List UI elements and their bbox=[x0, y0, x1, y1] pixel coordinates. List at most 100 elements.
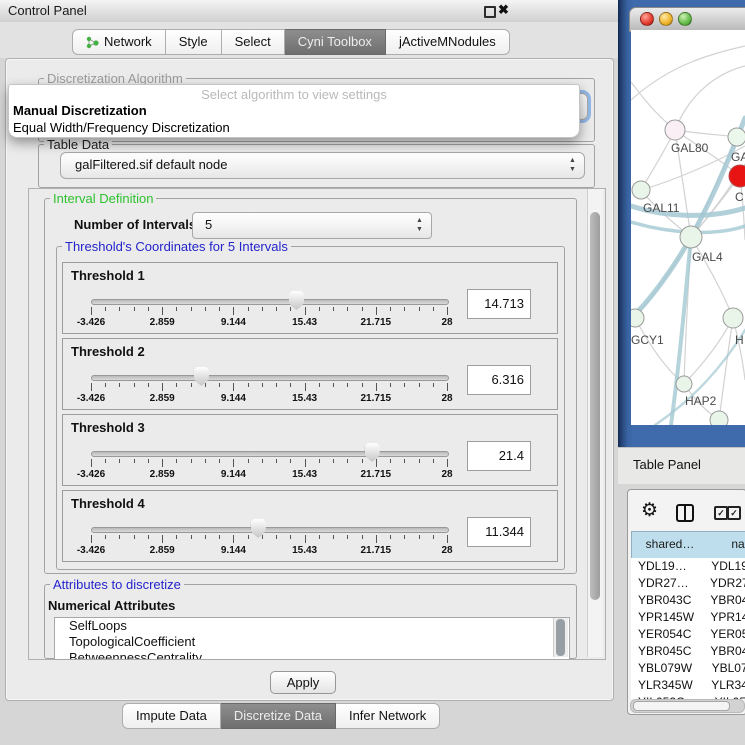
threshold-value-field[interactable]: 14.713 bbox=[467, 289, 531, 319]
table-hscrollbar-thumb[interactable] bbox=[633, 701, 730, 711]
float-window-icon[interactable] bbox=[484, 6, 496, 18]
node-label-h: H bbox=[735, 333, 744, 347]
cell-name[interactable]: YLR34 bbox=[706, 677, 745, 694]
network-canvas[interactable]: GAL80GACGAL11GAL4GCY1HHAP2 bbox=[631, 30, 745, 425]
cell-shared-name[interactable]: YLR345W bbox=[631, 677, 706, 694]
table-data-combobox[interactable]: galFiltered.sif default node ▲▼ bbox=[60, 152, 585, 179]
node-gal4[interactable] bbox=[680, 226, 702, 248]
cell-name[interactable]: YBR04 bbox=[705, 592, 745, 609]
slider-ticks bbox=[91, 459, 447, 468]
node-ga[interactable] bbox=[728, 128, 745, 146]
control-panel-titlebar: Control Panel bbox=[0, 0, 618, 23]
tab-impute-data[interactable]: Impute Data bbox=[122, 703, 221, 729]
table-row[interactable]: YBL079WYBL07 bbox=[631, 660, 745, 677]
cell-shared-name[interactable]: YDR27… bbox=[631, 575, 705, 592]
tab-label: Style bbox=[179, 30, 208, 54]
gear-icon[interactable]: ⚙ bbox=[641, 499, 658, 522]
popup-option-equal-width-frequency[interactable]: Equal Width/Frequency Discretization bbox=[9, 119, 579, 136]
attributes-list-scrollbar-thumb[interactable] bbox=[556, 619, 565, 656]
attributes-group-title: Attributes to discretize bbox=[50, 577, 184, 592]
tab-infer-network[interactable]: Infer Network bbox=[336, 703, 440, 729]
cell-shared-name[interactable]: YBR045C bbox=[631, 643, 705, 660]
slider-tick-labels: -3.4262.8599.14415.4321.71528 bbox=[91, 469, 447, 481]
attribute-item-topologicalcoefficient[interactable]: TopologicalCoefficient bbox=[55, 634, 569, 650]
threshold-2-box: Threshold 2-3.4262.8599.14415.4321.71528… bbox=[62, 338, 558, 410]
node-gal11[interactable] bbox=[632, 181, 650, 199]
slider-tick-labels: -3.4262.8599.14415.4321.71528 bbox=[91, 393, 447, 405]
table-row[interactable]: YDR27…YDR27 bbox=[631, 575, 745, 592]
split-table-icon[interactable] bbox=[676, 504, 694, 522]
node-hap2[interactable] bbox=[676, 376, 692, 392]
cell-shared-name[interactable]: YBR043C bbox=[631, 592, 705, 609]
cell-name[interactable]: YBR04 bbox=[705, 643, 745, 660]
cell-name[interactable]: YDR27 bbox=[705, 575, 745, 592]
column-header-shared[interactable]: shared… bbox=[631, 531, 709, 559]
table-row[interactable]: YBR045CYBR04 bbox=[631, 643, 745, 660]
node-h[interactable] bbox=[723, 308, 743, 328]
attribute-item-selfloops[interactable]: SelfLoops bbox=[55, 618, 569, 634]
bottom-tab-bar: Impute DataDiscretize DataInfer Network bbox=[122, 703, 440, 729]
slider-track[interactable] bbox=[91, 299, 449, 305]
popup-option-manual-discretization[interactable]: Manual Discretization bbox=[9, 102, 579, 119]
node-label-gal4: GAL4 bbox=[692, 250, 723, 264]
zoom-traffic-light-icon[interactable] bbox=[678, 12, 692, 26]
table-row[interactable]: YER054CYER05 bbox=[631, 626, 745, 643]
close-traffic-light-icon[interactable] bbox=[640, 12, 654, 26]
slider-ticks bbox=[91, 307, 447, 316]
tab-discretize-data[interactable]: Discretize Data bbox=[221, 703, 336, 729]
cell-name[interactable]: YPR14 bbox=[705, 609, 745, 626]
slider-track[interactable] bbox=[91, 527, 449, 533]
threshold-3-box: Threshold 3 -3.4262.8599.14415.4321.71528… bbox=[62, 414, 558, 486]
slider-tick-labels: -3.4262.8599.14415.4321.71528 bbox=[91, 317, 447, 329]
cell-name[interactable]: YDL19 bbox=[706, 558, 745, 575]
number-of-intervals-spinner[interactable]: 5 ▲▼ bbox=[192, 212, 432, 239]
panel-scrollbar-thumb[interactable] bbox=[590, 212, 600, 600]
checkbox-icon[interactable]: ✓ bbox=[727, 506, 741, 520]
tab-label: Cyni Toolbox bbox=[298, 30, 372, 54]
tab-select[interactable]: Select bbox=[222, 29, 285, 55]
panel-title: Control Panel bbox=[8, 3, 87, 18]
node-gal80[interactable] bbox=[665, 120, 685, 140]
tab-label: jActiveMNodules bbox=[399, 30, 496, 54]
table-row[interactable]: YDL19…YDL19 bbox=[631, 558, 745, 575]
threshold-value-field[interactable]: 11.344 bbox=[467, 517, 531, 547]
attribute-item-betweennesscentrality[interactable]: BetweennessCentrality bbox=[55, 650, 569, 660]
cell-shared-name[interactable]: YBL079W bbox=[631, 660, 707, 677]
slider-track[interactable] bbox=[91, 375, 449, 381]
cell-shared-name[interactable]: YER054C bbox=[631, 626, 705, 643]
slider-track[interactable] bbox=[91, 451, 449, 457]
cell-shared-name[interactable]: YDL19… bbox=[631, 558, 706, 575]
cell-name[interactable]: YER05 bbox=[705, 626, 745, 643]
threshold-1-box: Threshold 1-3.4262.8599.14415.4321.71528… bbox=[62, 262, 558, 334]
tab-style[interactable]: Style bbox=[166, 29, 222, 55]
node-label-ga: GA bbox=[731, 150, 745, 164]
slider-tick-labels: -3.4262.8599.14415.4321.71528 bbox=[91, 545, 447, 557]
table-panel-title: Table Panel bbox=[633, 457, 701, 472]
node-unlabeled[interactable] bbox=[710, 411, 728, 425]
tab-cyni-toolbox[interactable]: Cyni Toolbox bbox=[285, 29, 386, 55]
threshold-label: Threshold 3 bbox=[71, 420, 145, 435]
table-row[interactable]: YLR345WYLR34 bbox=[631, 677, 745, 694]
slider-ticks bbox=[91, 535, 447, 544]
numerical-attributes-list[interactable]: SelfLoopsTopologicalCoefficientBetweenne… bbox=[54, 617, 570, 660]
minimize-traffic-light-icon[interactable] bbox=[659, 12, 673, 26]
node-gcy1[interactable] bbox=[631, 309, 644, 327]
cell-name[interactable]: YBL07 bbox=[707, 660, 745, 677]
tab-label: Select bbox=[235, 30, 271, 54]
tab-jactivemnodules[interactable]: jActiveMNodules bbox=[386, 29, 510, 55]
threshold-value-field[interactable]: 6.316 bbox=[467, 365, 531, 395]
column-header-name[interactable]: na bbox=[708, 531, 745, 559]
table-row[interactable]: YPR145WYPR14 bbox=[631, 609, 745, 626]
table-row[interactable]: YBR043CYBR04 bbox=[631, 592, 745, 609]
intervals-value: 5 bbox=[205, 217, 212, 232]
threshold-value-field[interactable]: 21.4 bbox=[467, 441, 531, 471]
node-label-gal11: GAL11 bbox=[643, 201, 680, 215]
checkbox-icon[interactable]: ✓ bbox=[714, 506, 728, 520]
node-table[interactable]: YDL19…YDL19YDR27…YDR27YBR043CYBR04YPR145… bbox=[631, 558, 745, 699]
apply-button[interactable]: Apply bbox=[270, 671, 336, 694]
tab-network[interactable]: Network bbox=[72, 29, 166, 55]
slider-ticks bbox=[91, 383, 447, 392]
close-icon[interactable]: ✖ bbox=[498, 2, 509, 18]
cell-shared-name[interactable]: YPR145W bbox=[631, 609, 705, 626]
node-label-hap2: HAP2 bbox=[685, 394, 717, 408]
